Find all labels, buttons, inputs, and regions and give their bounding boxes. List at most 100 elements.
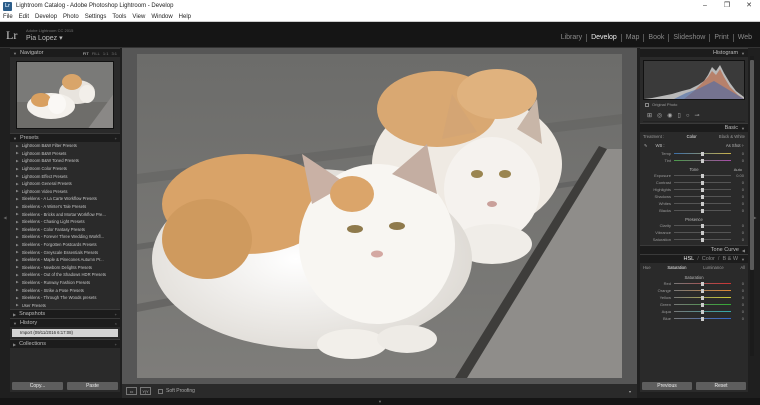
preset-folder[interactable]: ▶ User Presets [11, 301, 119, 309]
navigator-header[interactable]: ▼ Navigator FIT FILL 1:1 3:1 [10, 48, 120, 57]
preset-folder[interactable]: ▶ Lightroom B&W Presets [11, 150, 119, 158]
original-photo-checkbox[interactable] [645, 102, 649, 107]
left-panel-toggle-icon[interactable]: ◀ [2, 215, 8, 220]
contrast-slider[interactable]: Contrast 0 [640, 179, 748, 186]
color-tab[interactable]: Color [702, 256, 715, 262]
auto-tone-button[interactable]: Auto [734, 167, 742, 172]
hsl-yellow-slider[interactable]: Yellow 0 [640, 294, 748, 301]
original-photo-row[interactable]: Original Photo [640, 100, 748, 109]
hsl-orange-slider[interactable]: Orange 0 [640, 287, 748, 294]
hsl-green-track[interactable] [674, 302, 731, 307]
hsl-blue-thumb[interactable] [701, 316, 705, 321]
contrast-track[interactable] [674, 180, 731, 185]
preset-folder[interactable]: ▶ Lightroom Color Presets [11, 165, 119, 173]
tint-thumb[interactable] [701, 158, 705, 163]
graduated-filter-icon[interactable]: ▯ [678, 112, 681, 119]
saturation-thumb[interactable] [701, 237, 705, 242]
paste-button[interactable]: Paste [67, 382, 118, 390]
preset-folder[interactable]: ▶ Lightroom General Presets [11, 180, 119, 188]
menu-file[interactable]: File [3, 14, 13, 20]
hsl-green-thumb[interactable] [701, 302, 705, 307]
presets-header[interactable]: ▼ Presets + [10, 133, 120, 142]
blacks-track[interactable] [674, 208, 731, 213]
before-after-button[interactable]: Y|Y [140, 387, 151, 395]
hsl-red-slider[interactable]: Red 0 [640, 280, 748, 287]
loupe-view-button[interactable]: ▭ [126, 387, 137, 395]
maximize-button[interactable]: ❐ [716, 0, 738, 12]
histogram-graph[interactable] [643, 60, 745, 100]
preset-folder[interactable]: ▶ Sleeklens - Chasing Light Presets [11, 218, 119, 226]
wb-eyedropper-icon[interactable]: ✎ [644, 143, 648, 148]
temp-track[interactable] [674, 151, 731, 156]
menu-view[interactable]: View [132, 14, 145, 20]
collections-header[interactable]: ▶ Collections + [10, 339, 120, 349]
hsl-aqua-track[interactable] [674, 309, 731, 314]
clarity-slider[interactable]: Clarity 0 [640, 222, 748, 229]
hsl-all-tab[interactable]: All [740, 265, 745, 270]
wb-select[interactable]: As Shot ÷ [726, 143, 744, 148]
hsl-blue-track[interactable] [674, 316, 731, 321]
scrollbar-thumb[interactable] [750, 60, 754, 270]
hsl-red-track[interactable] [674, 281, 731, 286]
preset-folder[interactable]: ▶ Sleeklens - Maple & Pinecones Autumn Pr… [11, 256, 119, 264]
preset-folder[interactable]: ▶ Sleeklens - Bricks and Mortar Workflow … [11, 210, 119, 218]
preset-folder[interactable]: ▶ Lightroom B&W Toned Presets [11, 157, 119, 165]
module-slideshow[interactable]: Slideshow [668, 34, 709, 42]
red-eye-icon[interactable]: ◉ [667, 112, 672, 119]
highlights-track[interactable] [674, 187, 731, 192]
previous-button[interactable]: Previous [642, 382, 692, 390]
menu-window[interactable]: Window [151, 14, 172, 20]
menu-edit[interactable]: Edit [19, 14, 29, 20]
close-button[interactable]: ✕ [738, 0, 760, 12]
adjustment-brush-icon[interactable]: ⊸ [694, 112, 699, 119]
hsl-yellow-thumb[interactable] [701, 295, 705, 300]
zoom-1-1[interactable]: 1:1 [103, 51, 109, 56]
vibrance-slider[interactable]: Vibrance 0 [640, 229, 748, 236]
whites-slider[interactable]: Whites 0 [640, 200, 748, 207]
tint-track[interactable] [674, 158, 731, 163]
blacks-thumb[interactable] [701, 208, 705, 213]
module-develop[interactable]: Develop [586, 34, 621, 42]
hsl-blue-slider[interactable]: Blue 0 [640, 315, 748, 322]
whites-thumb[interactable] [701, 201, 705, 206]
module-web[interactable]: Web [732, 34, 756, 42]
hsl-green-slider[interactable]: Green 0 [640, 301, 748, 308]
user-name[interactable]: Pia Lopez ▾ [26, 34, 63, 42]
filmstrip-toggle-icon[interactable]: ▼ [0, 398, 760, 405]
tone-curve-header[interactable]: Tone Curve ◀ [640, 245, 748, 254]
hsl-orange-thumb[interactable] [701, 288, 705, 293]
histogram-header[interactable]: Histogram ▼ [640, 48, 748, 57]
image-canvas[interactable] [122, 48, 637, 384]
hsl-yellow-track[interactable] [674, 295, 731, 300]
preset-folder[interactable]: ▶ Sleeklens - Color Fantasy Presets [11, 226, 119, 234]
saturation-track[interactable] [674, 237, 731, 242]
preset-folder[interactable]: ▶ Sleeklens - Through The Woods presets [11, 294, 119, 302]
contrast-thumb[interactable] [701, 180, 705, 185]
vibrance-thumb[interactable] [701, 230, 705, 235]
preset-folder[interactable]: ▶ Sleeklens - Forever Three Wedding Workf… [11, 233, 119, 241]
vibrance-track[interactable] [674, 230, 731, 235]
menu-settings[interactable]: Settings [85, 14, 107, 20]
preset-folder[interactable]: ▶ Sleeklens - Newborn Delights Presets [11, 264, 119, 272]
copy-button[interactable]: Copy... [12, 382, 63, 390]
hsl-red-thumb[interactable] [701, 281, 705, 286]
basic-header[interactable]: Basic ▼ [640, 123, 748, 132]
hsl-tab[interactable]: HSL [684, 256, 695, 262]
module-map[interactable]: Map [620, 34, 644, 42]
highlights-thumb[interactable] [701, 187, 705, 192]
shadows-track[interactable] [674, 194, 731, 199]
shadows-thumb[interactable] [701, 194, 705, 199]
right-panel-scrollbar[interactable] [750, 56, 754, 356]
bw-tab[interactable]: B & W [722, 256, 738, 262]
hsl-saturation-tab[interactable]: Saturation [667, 265, 686, 270]
hsl-header[interactable]: HSL / Color / B & W ▼ [640, 254, 748, 263]
treatment-bw[interactable]: Black & White [719, 134, 745, 139]
zoom-fit[interactable]: FIT [83, 51, 89, 56]
hsl-aqua-thumb[interactable] [701, 309, 705, 314]
exposure-track[interactable] [674, 173, 731, 178]
treatment-color[interactable]: Color [687, 134, 697, 139]
toolbar-options-icon[interactable]: ▾ [629, 389, 631, 394]
exposure-slider[interactable]: Exposure 0.00 [640, 172, 748, 179]
module-book[interactable]: Book [643, 34, 668, 42]
menu-help[interactable]: Help [179, 14, 191, 20]
